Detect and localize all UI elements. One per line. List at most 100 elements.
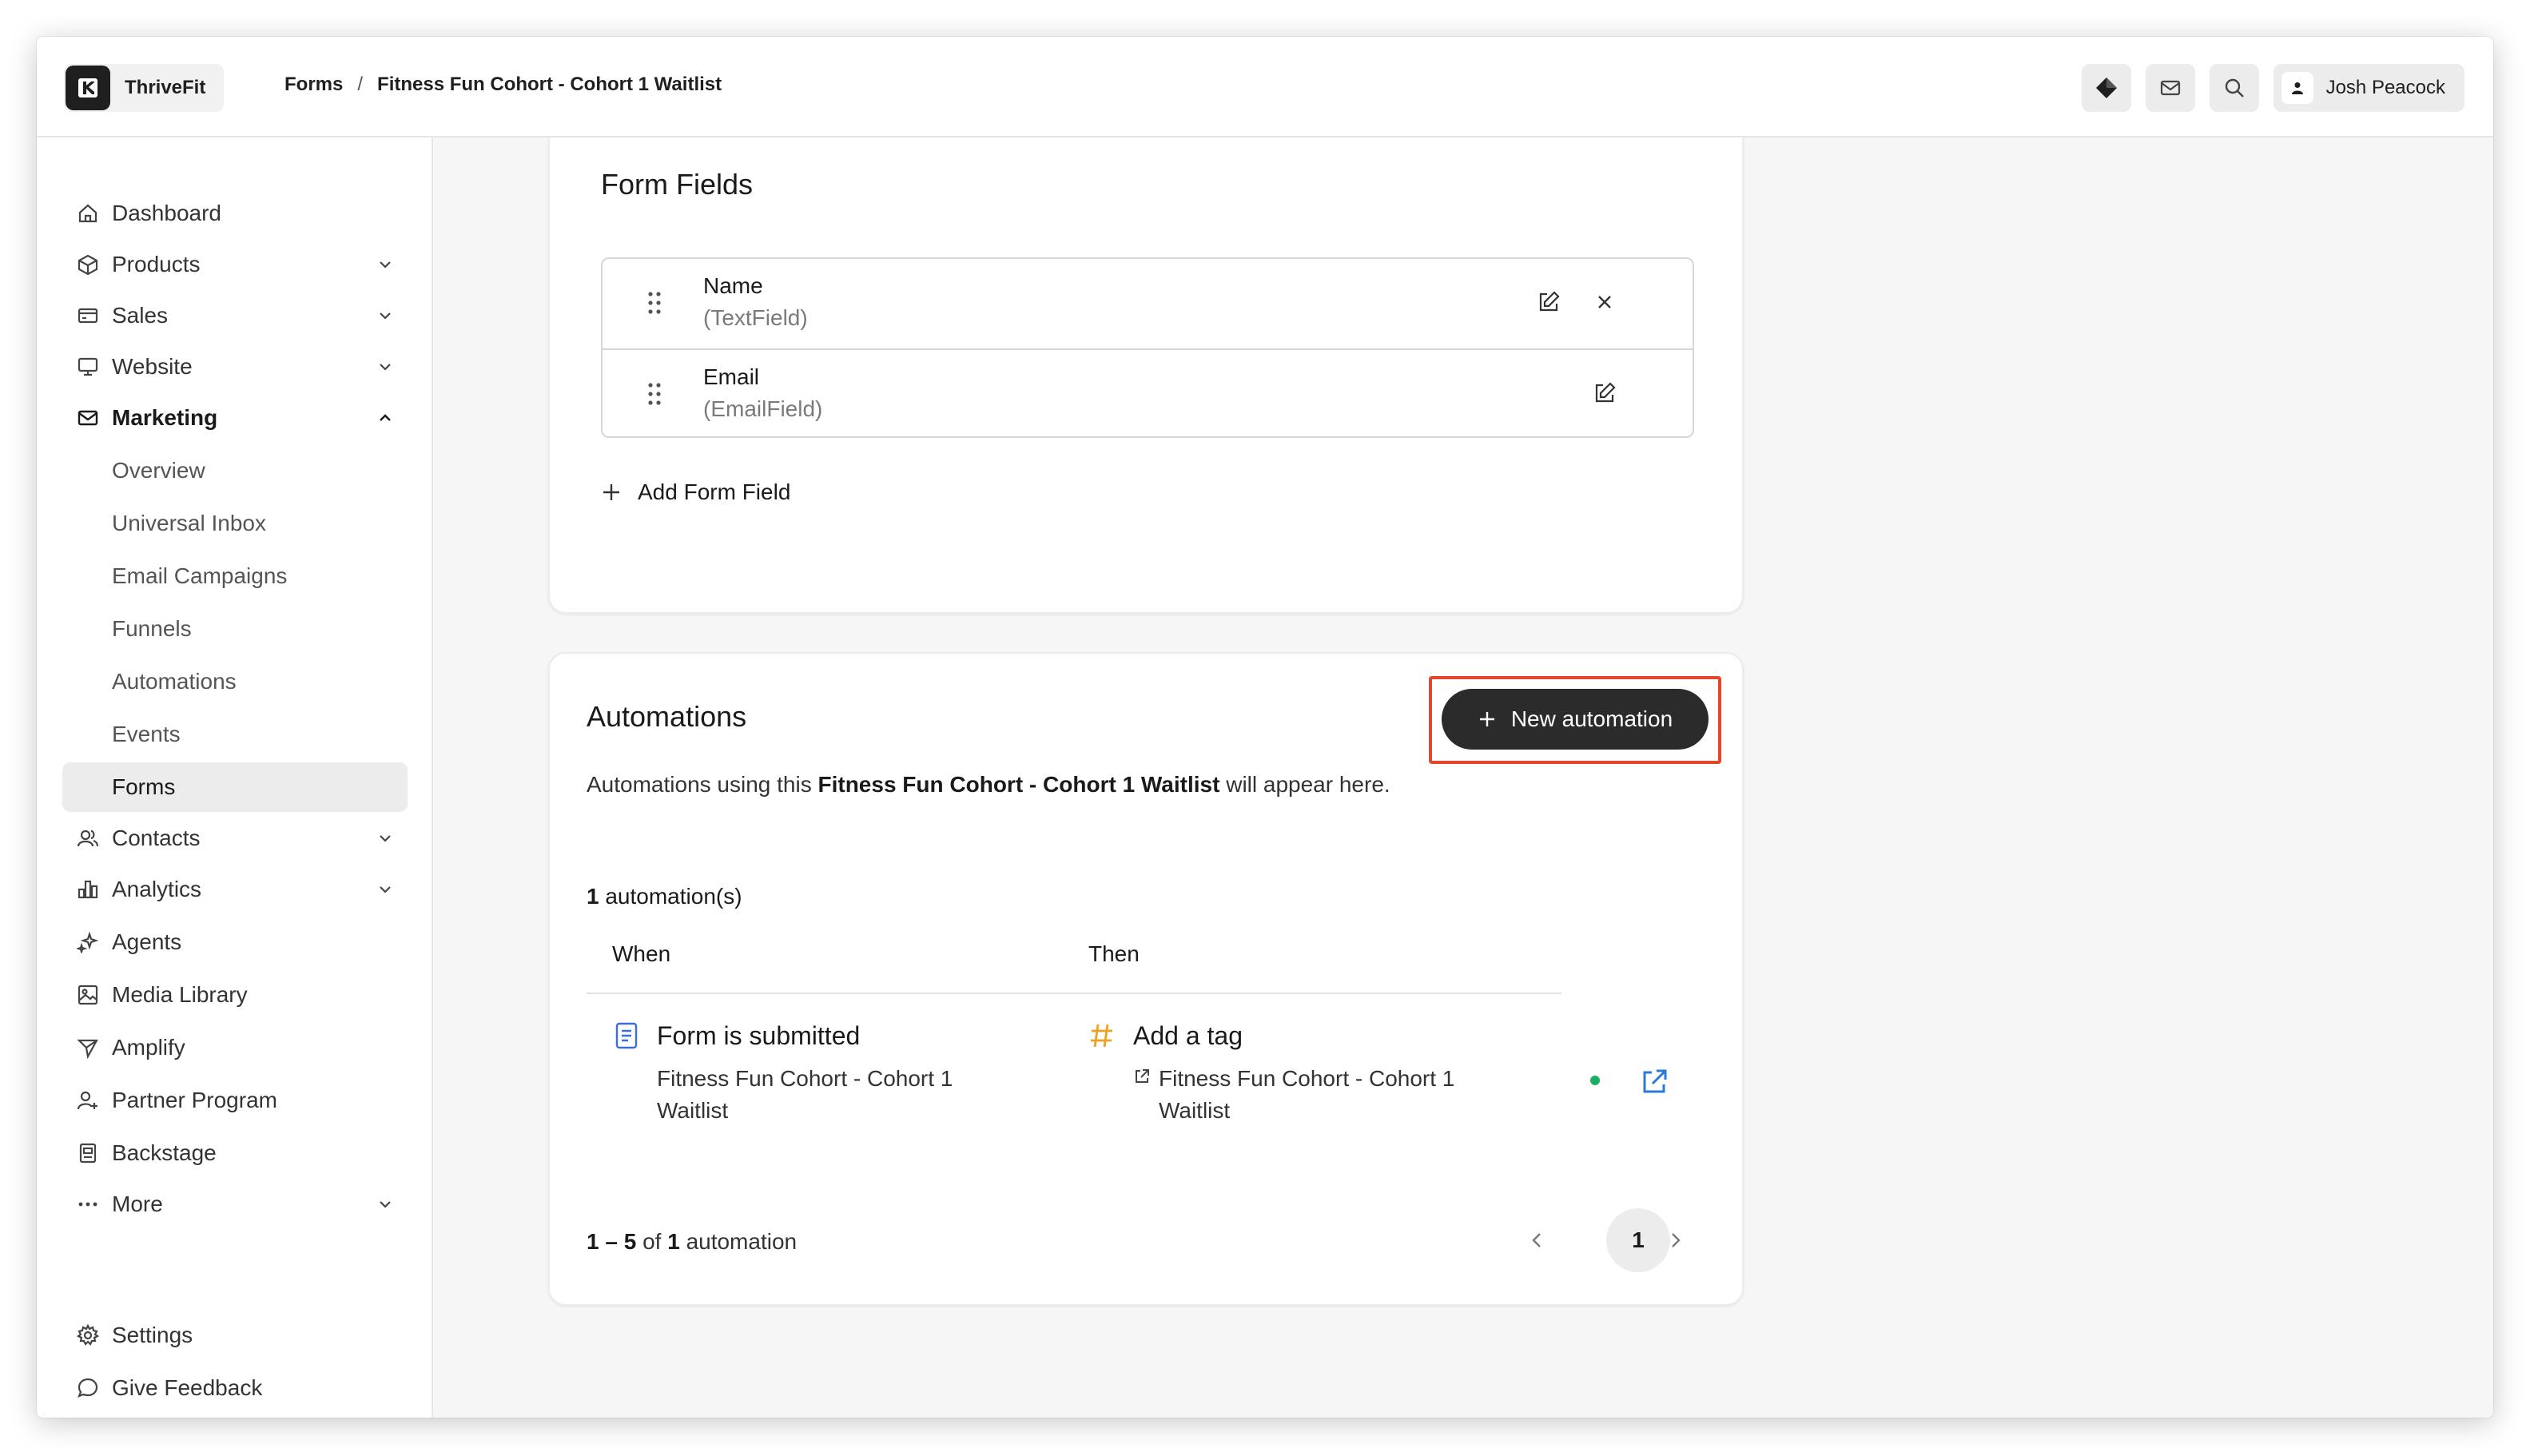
brand-name: ThriveFit: [125, 77, 206, 98]
field-type: (TextField): [703, 305, 808, 330]
users-icon: [74, 824, 102, 853]
sidebar-subitem-funnels[interactable]: Funnels: [62, 604, 408, 654]
sidebar-subitem-label: Events: [112, 722, 181, 746]
breadcrumb-current: Fitness Fun Cohort - Cohort 1 Waitlist: [377, 74, 722, 95]
sidebar-item-label: Website: [112, 354, 193, 379]
trigger-form-name: Fitness Fun Cohort - Cohort 1 Waitlist: [657, 1066, 953, 1123]
sidebar-subitem-universal-inbox[interactable]: Universal Inbox: [62, 499, 408, 548]
pagination-summary: 1 – 5 of 1 automation: [587, 1229, 797, 1255]
sidebar-item-label: Media Library: [112, 982, 248, 1007]
sidebar-subitem-overview[interactable]: Overview: [62, 446, 408, 495]
automations-description: Automations using this Fitness Fun Cohor…: [587, 772, 1390, 798]
sidebar-item-partner-program[interactable]: Partner Program: [62, 1076, 408, 1125]
new-automation-button[interactable]: New automation: [1442, 689, 1709, 750]
sidebar-item-sales[interactable]: Sales: [62, 291, 408, 340]
sidebar-item-label: Agents: [112, 929, 182, 954]
sparkle-icon: [74, 928, 102, 957]
sidebar-item-label: Settings: [112, 1323, 193, 1347]
partner-icon: [74, 1086, 102, 1115]
desc-form-name: Fitness Fun Cohort - Cohort 1 Waitlist: [817, 772, 1220, 797]
sidebar-item-dashboard[interactable]: Dashboard: [62, 189, 408, 238]
sidebar-item-products[interactable]: Products: [62, 240, 408, 289]
sidebar-item-label: Marketing: [112, 405, 218, 430]
breadcrumb: Forms / Fitness Fun Cohort - Cohort 1 Wa…: [284, 74, 722, 96]
user-name: Josh Peacock: [2325, 77, 2445, 98]
open-automation-link-icon[interactable]: [1637, 1064, 1672, 1100]
search-button[interactable]: [2209, 64, 2259, 112]
form-fields-title: Form Fields: [601, 168, 754, 201]
breadcrumb-separator: /: [357, 74, 364, 95]
pagination-total: 1: [667, 1229, 680, 1254]
top-bar: ThriveFit Forms / Fitness Fun Cohort - C…: [37, 37, 2493, 137]
status-active-dot: [1590, 1076, 1600, 1085]
sidebar-item-give-feedback[interactable]: Give Feedback: [62, 1363, 408, 1413]
table-header-divider: [587, 993, 1561, 994]
plus-icon: [1479, 712, 1494, 726]
form-fields-card: Form Fields Name (TextField) Email (Emai…: [548, 137, 1744, 614]
chevron-right-icon[interactable]: [1657, 1223, 1693, 1258]
sidebar-item-label: Analytics: [112, 877, 202, 901]
external-link-small-icon[interactable]: [1133, 1068, 1151, 1085]
sidebar-subitem-automations[interactable]: Automations: [62, 657, 408, 706]
field-name: Name: [703, 273, 763, 298]
sidebar-item-website[interactable]: Website: [62, 342, 408, 392]
chevron-down-icon[interactable]: [371, 1190, 400, 1219]
sidebar-subitem-events[interactable]: Events: [62, 710, 408, 759]
sidebar-item-agents[interactable]: Agents: [62, 917, 408, 967]
desc-suffix: will appear here.: [1226, 772, 1390, 797]
sidebar-item-label: Partner Program: [112, 1088, 277, 1112]
column-header-then: Then: [1088, 941, 1140, 966]
send-icon: [74, 1033, 102, 1062]
drag-handle-icon[interactable]: [646, 289, 663, 316]
sidebar-item-analytics[interactable]: Analytics: [62, 865, 408, 914]
sidebar-item-contacts[interactable]: Contacts: [62, 814, 408, 863]
user-menu-button[interactable]: Josh Peacock: [2273, 64, 2464, 112]
hashtag-icon: [1091, 1024, 1112, 1048]
form-field-row: Email (EmailField): [603, 348, 1693, 438]
trigger-title: Form is submitted: [657, 1021, 861, 1050]
inbox-button[interactable]: [2145, 64, 2195, 112]
chevron-up-icon[interactable]: [371, 404, 400, 432]
top-actions: Josh Peacock: [2081, 64, 2464, 112]
sidebar-item-amplify[interactable]: Amplify: [62, 1023, 408, 1072]
edit-icon[interactable]: [1533, 286, 1565, 318]
sidebar-item-settings[interactable]: Settings: [62, 1311, 408, 1360]
chevron-left-icon[interactable]: [1520, 1223, 1555, 1258]
form-field-row: Name (TextField): [603, 259, 1693, 348]
chevron-down-icon[interactable]: [371, 301, 400, 330]
sidebar-item-marketing[interactable]: Marketing: [62, 393, 408, 443]
form-fields-list: Name (TextField) Email (EmailField): [601, 257, 1694, 438]
home-icon: [74, 199, 102, 228]
automations-card: Automations New automation Automations u…: [548, 652, 1744, 1306]
chevron-down-icon[interactable]: [371, 824, 400, 853]
sidebar-item-media-library[interactable]: Media Library: [62, 970, 408, 1020]
sidebar-subitem-email-campaigns[interactable]: Email Campaigns: [62, 551, 408, 601]
card-icon: [74, 301, 102, 330]
sidebar: Dashboard Products Sales Website Marketi…: [37, 137, 433, 1418]
app-window: ThriveFit Forms / Fitness Fun Cohort - C…: [37, 37, 2493, 1418]
sidebar-item-label: Contacts: [112, 825, 201, 850]
drag-handle-icon[interactable]: [646, 380, 663, 408]
column-header-when: When: [612, 941, 671, 966]
breadcrumb-forms-link[interactable]: Forms: [284, 74, 343, 96]
chevron-down-icon[interactable]: [371, 250, 400, 279]
tag-name[interactable]: Fitness Fun Cohort - Cohort 1 Waitlist: [1159, 1063, 1510, 1127]
sidebar-item-label: Backstage: [112, 1140, 217, 1165]
chevron-down-icon[interactable]: [371, 352, 400, 381]
mail-icon: [2160, 80, 2180, 96]
sidebar-subitem-label: Automations: [112, 669, 237, 694]
close-icon[interactable]: [1589, 286, 1621, 318]
box-icon: [74, 250, 102, 279]
brand-switcher[interactable]: ThriveFit: [64, 64, 224, 112]
sidebar-item-more[interactable]: More: [62, 1180, 408, 1229]
sidebar-item-label: Give Feedback: [112, 1375, 263, 1400]
sidebar-item-backstage[interactable]: Backstage: [62, 1128, 408, 1178]
add-form-field-button[interactable]: Add Form Field: [601, 479, 790, 505]
user-icon: [2291, 82, 2303, 94]
plus-icon: [603, 484, 619, 500]
sidebar-subitem-label: Universal Inbox: [112, 511, 266, 535]
upgrade-button[interactable]: [2081, 64, 2131, 112]
chevron-down-icon[interactable]: [371, 875, 400, 904]
edit-icon[interactable]: [1589, 377, 1621, 409]
sidebar-subitem-forms[interactable]: Forms: [62, 762, 408, 812]
